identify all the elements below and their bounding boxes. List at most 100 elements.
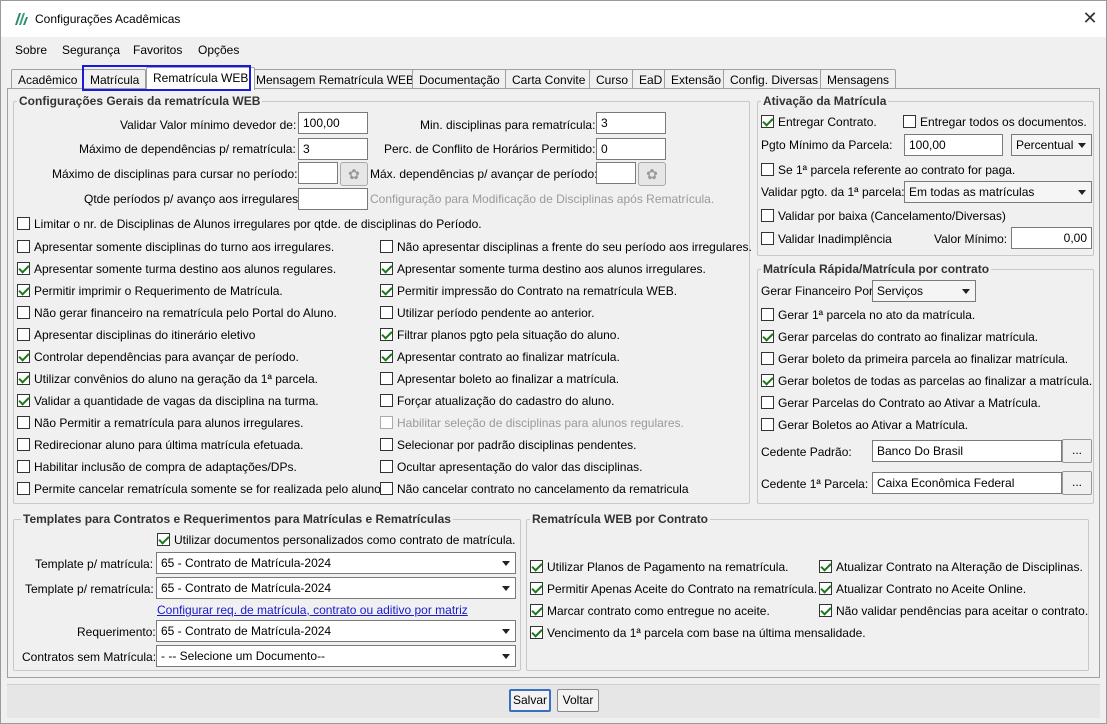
right-check-label-8: Habilitar seleção de disciplinas para al… bbox=[397, 416, 684, 430]
qtde-periodos-input[interactable] bbox=[298, 188, 368, 210]
tpl-rematricula-select[interactable]: 65 - Contrato de Matrícula-2024 bbox=[156, 577, 516, 599]
left-check-9[interactable] bbox=[17, 438, 30, 451]
pgto-tipo-select[interactable]: Percentual bbox=[1011, 134, 1092, 156]
min-disciplinas-input[interactable]: 3 bbox=[596, 112, 666, 134]
right-check-6[interactable] bbox=[380, 372, 393, 385]
left-check-label-5: Controlar dependências para avançar de p… bbox=[34, 350, 299, 364]
right-check-2[interactable] bbox=[380, 284, 393, 297]
max-cursar-label: Máximo de disciplinas para cursar no per… bbox=[52, 167, 298, 181]
left-check-6[interactable] bbox=[17, 372, 30, 385]
rapida-check-label-2: Gerar boleto da primeira parcela ao fina… bbox=[778, 352, 1069, 366]
rapida-check-2[interactable] bbox=[761, 352, 774, 365]
left-check-8[interactable] bbox=[17, 416, 30, 429]
right-check-4[interactable] bbox=[380, 328, 393, 341]
right-check-10[interactable] bbox=[380, 460, 393, 473]
rapida-check-label-0: Gerar 1ª parcela no ato da matrícula. bbox=[778, 308, 976, 322]
menu-opcoes[interactable]: Opções bbox=[198, 43, 239, 57]
webcontrato-check-0[interactable] bbox=[530, 560, 543, 573]
perc-conflito-input[interactable]: 0 bbox=[596, 138, 666, 160]
left-check-0[interactable] bbox=[17, 240, 30, 253]
tab-documentacao[interactable]: Documentação bbox=[412, 69, 507, 89]
left-check-10[interactable] bbox=[17, 460, 30, 473]
webcontrato-check-label-4: Marcar contrato como entregue no aceite. bbox=[547, 604, 770, 618]
save-button[interactable]: Salvar bbox=[509, 689, 551, 712]
right-check-8[interactable] bbox=[380, 416, 393, 429]
webcontrato-check-6[interactable] bbox=[530, 626, 543, 639]
right-check-label-1: Apresentar somente turma destino aos alu… bbox=[397, 262, 706, 276]
back-button[interactable]: Voltar bbox=[557, 689, 599, 712]
config-req-link[interactable]: Configurar req. de matrícula, contrato o… bbox=[157, 603, 468, 617]
tpl-matricula-select[interactable]: 65 - Contrato de Matrícula-2024 bbox=[156, 552, 516, 574]
right-check-1[interactable] bbox=[380, 262, 393, 275]
left-check-5[interactable] bbox=[17, 350, 30, 363]
max-dep-avancar-input[interactable] bbox=[596, 162, 636, 184]
pgto-minimo-input[interactable]: 100,00 bbox=[904, 134, 1003, 156]
tab-rematricula-web[interactable]: Rematrícula WEB bbox=[146, 67, 256, 90]
webcontrato-check-label-3: Atualizar Contrato no Aceite Online. bbox=[836, 582, 1027, 596]
max-dep-avancar-gear-icon[interactable]: ✿ bbox=[638, 162, 666, 186]
rapida-check-0[interactable] bbox=[761, 308, 774, 321]
left-check-1[interactable] bbox=[17, 262, 30, 275]
webcontrato-check-4[interactable] bbox=[530, 604, 543, 617]
validar-pgto-select[interactable]: Em todas as matrículas bbox=[904, 181, 1092, 203]
rapida-check-3[interactable] bbox=[761, 374, 774, 387]
validar-baixa-checkbox[interactable] bbox=[761, 209, 774, 222]
max-cursar-input[interactable] bbox=[298, 162, 338, 184]
menu-seguranca[interactable]: Segurança bbox=[62, 43, 120, 57]
requerimento-select[interactable]: 65 - Contrato de Matrícula-2024 bbox=[156, 620, 516, 642]
right-check-7[interactable] bbox=[380, 394, 393, 407]
right-check-9[interactable] bbox=[380, 438, 393, 451]
max-dependencias-input[interactable]: 3 bbox=[298, 138, 368, 160]
webcontrato-check-label-1: Atualizar Contrato na Alteração de Disci… bbox=[836, 560, 1083, 574]
cedente-browse-button[interactable]: ... bbox=[1062, 439, 1092, 463]
tab-config-diversas[interactable]: Config. Diversas bbox=[723, 69, 826, 89]
tab-extensao[interactable]: Extensão bbox=[664, 69, 729, 89]
max-cursar-gear-icon[interactable]: ✿ bbox=[340, 162, 368, 186]
cedente1-input[interactable]: Caixa Econômica Federal bbox=[872, 472, 1062, 494]
tab-curso[interactable]: Curso bbox=[589, 69, 636, 89]
cedente1-browse-button[interactable]: ... bbox=[1062, 471, 1092, 495]
entregar-docs-checkbox[interactable] bbox=[903, 115, 916, 128]
left-check-4[interactable] bbox=[17, 328, 30, 341]
right-check-5[interactable] bbox=[380, 350, 393, 363]
webcontrato-title: Rematrícula WEB por Contrato bbox=[530, 512, 711, 526]
left-check-11[interactable] bbox=[17, 482, 30, 495]
webcontrato-check-2[interactable] bbox=[530, 582, 543, 595]
validar-inad-label: Validar Inadimplência bbox=[778, 232, 892, 246]
tab-mensagens[interactable]: Mensagens bbox=[820, 69, 897, 89]
min-devedor-input[interactable]: 100,00 bbox=[298, 112, 368, 134]
right-check-11[interactable] bbox=[380, 482, 393, 495]
valor-minimo-input[interactable]: 0,00 bbox=[1011, 227, 1092, 249]
valor-minimo-label: Valor Mínimo: bbox=[934, 232, 1008, 246]
tab-mensagem-rematricula-web[interactable]: Mensagem Rematrícula WEB bbox=[249, 69, 422, 89]
menu-sobre[interactable]: Sobre bbox=[15, 43, 47, 57]
window-title: Configurações Acadêmicas bbox=[35, 12, 181, 26]
sem-matricula-select[interactable]: - -- Selecione um Documento-- bbox=[156, 645, 516, 667]
left-check-3[interactable] bbox=[17, 306, 30, 319]
tab-academico[interactable]: Acadêmico bbox=[11, 69, 85, 89]
tab-matricula[interactable]: Matrícula bbox=[83, 69, 147, 89]
validar-inad-checkbox[interactable] bbox=[761, 232, 774, 245]
webcontrato-check-5[interactable] bbox=[819, 604, 832, 617]
right-check-0[interactable] bbox=[380, 240, 393, 253]
webcontrato-check-3[interactable] bbox=[819, 582, 832, 595]
entregar-contrato-checkbox[interactable] bbox=[761, 115, 774, 128]
cedente-input[interactable]: Banco Do Brasil bbox=[872, 440, 1062, 462]
left-check-7[interactable] bbox=[17, 394, 30, 407]
rapida-check-1[interactable] bbox=[761, 330, 774, 343]
right-check-3[interactable] bbox=[380, 306, 393, 319]
close-icon[interactable]: ✕ bbox=[1075, 3, 1105, 33]
left-check-2[interactable] bbox=[17, 284, 30, 297]
menu-favoritos[interactable]: Favoritos bbox=[133, 43, 182, 57]
rapida-check-4[interactable] bbox=[761, 396, 774, 409]
min-disciplinas-label: Min. disciplinas para rematrícula: bbox=[420, 118, 596, 132]
tab-carta-convite[interactable]: Carta Convite bbox=[505, 69, 593, 89]
webcontrato-check-1[interactable] bbox=[819, 560, 832, 573]
utilizar-docs-checkbox[interactable] bbox=[157, 533, 170, 546]
right-check-label-5: Apresentar contrato ao finalizar matrícu… bbox=[397, 350, 620, 364]
rapida-check-5[interactable] bbox=[761, 418, 774, 431]
sem-matricula-label: Contratos sem Matrícula: bbox=[22, 650, 157, 664]
se-primeira-checkbox[interactable] bbox=[761, 163, 774, 176]
gerar-fin-select[interactable]: Serviços bbox=[872, 280, 976, 302]
limitar-checkbox[interactable] bbox=[17, 217, 30, 230]
